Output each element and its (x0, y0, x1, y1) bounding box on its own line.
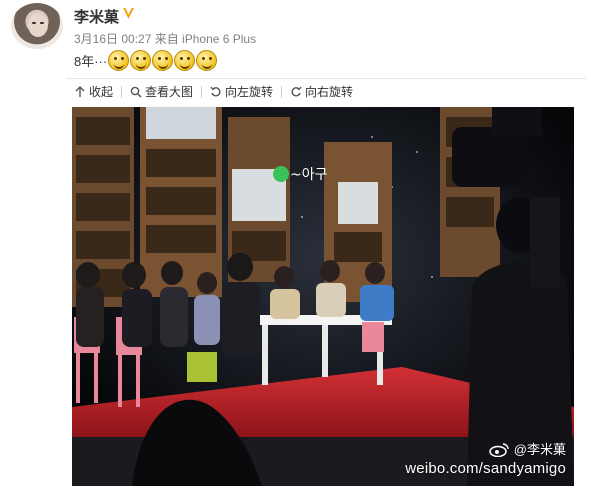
rotate-left-button[interactable]: 向左旋转 (202, 80, 281, 104)
post-body: 8年··· (74, 50, 218, 71)
watermark-url: weibo.com/sandyamigo (405, 460, 566, 477)
watermark-handle: @李米菓 (513, 442, 566, 457)
smile-icon (174, 50, 196, 71)
laugh-icon (130, 50, 152, 71)
watermark-handle-row: @李米菓 (405, 440, 566, 459)
balloon (273, 166, 289, 182)
grin-icon (108, 50, 130, 71)
collapse-label: 收起 (89, 85, 114, 99)
rotate-left-icon (210, 86, 221, 97)
rotate-right-icon (291, 86, 302, 97)
rotate-left-label: 向左旋转 (225, 85, 274, 99)
green-stool (187, 352, 217, 382)
yummy-icon (196, 50, 218, 71)
stage-sign: ~아구 (290, 167, 328, 183)
rotate-right-label: 向右旋转 (305, 85, 354, 99)
photo-watermark: @李米菓 weibo.com/sandyamigo (405, 440, 566, 478)
post-text: 8年··· (74, 54, 108, 69)
avatar-face (28, 13, 48, 37)
avatar[interactable] (11, 3, 63, 49)
avatar-eye (40, 22, 44, 24)
weibo-logo-icon (489, 442, 509, 457)
collapse-button[interactable]: 收起 (66, 80, 121, 104)
big-laugh-icon (152, 50, 174, 71)
verified-badge-icon (123, 8, 134, 19)
view-large-button[interactable]: 查看大图 (122, 80, 201, 104)
image-toolbar: 收起 查看大图 向左旋转 向右旋转 (66, 78, 586, 104)
tv-studio-photo: ~아구 (72, 107, 574, 486)
post-photo[interactable]: ~아구 @李米菓 weibo.com/sandyamigo (72, 107, 574, 486)
avatar-eye (32, 22, 36, 24)
post-meta: 3月16日 00:27 来自 iPhone 6 Plus (74, 32, 257, 46)
view-large-label: 查看大图 (145, 85, 194, 99)
rotate-right-button[interactable]: 向右旋转 (282, 80, 361, 104)
arrow-up-icon (75, 85, 85, 97)
search-icon (130, 86, 142, 98)
username[interactable]: 李米菓 (74, 6, 119, 27)
